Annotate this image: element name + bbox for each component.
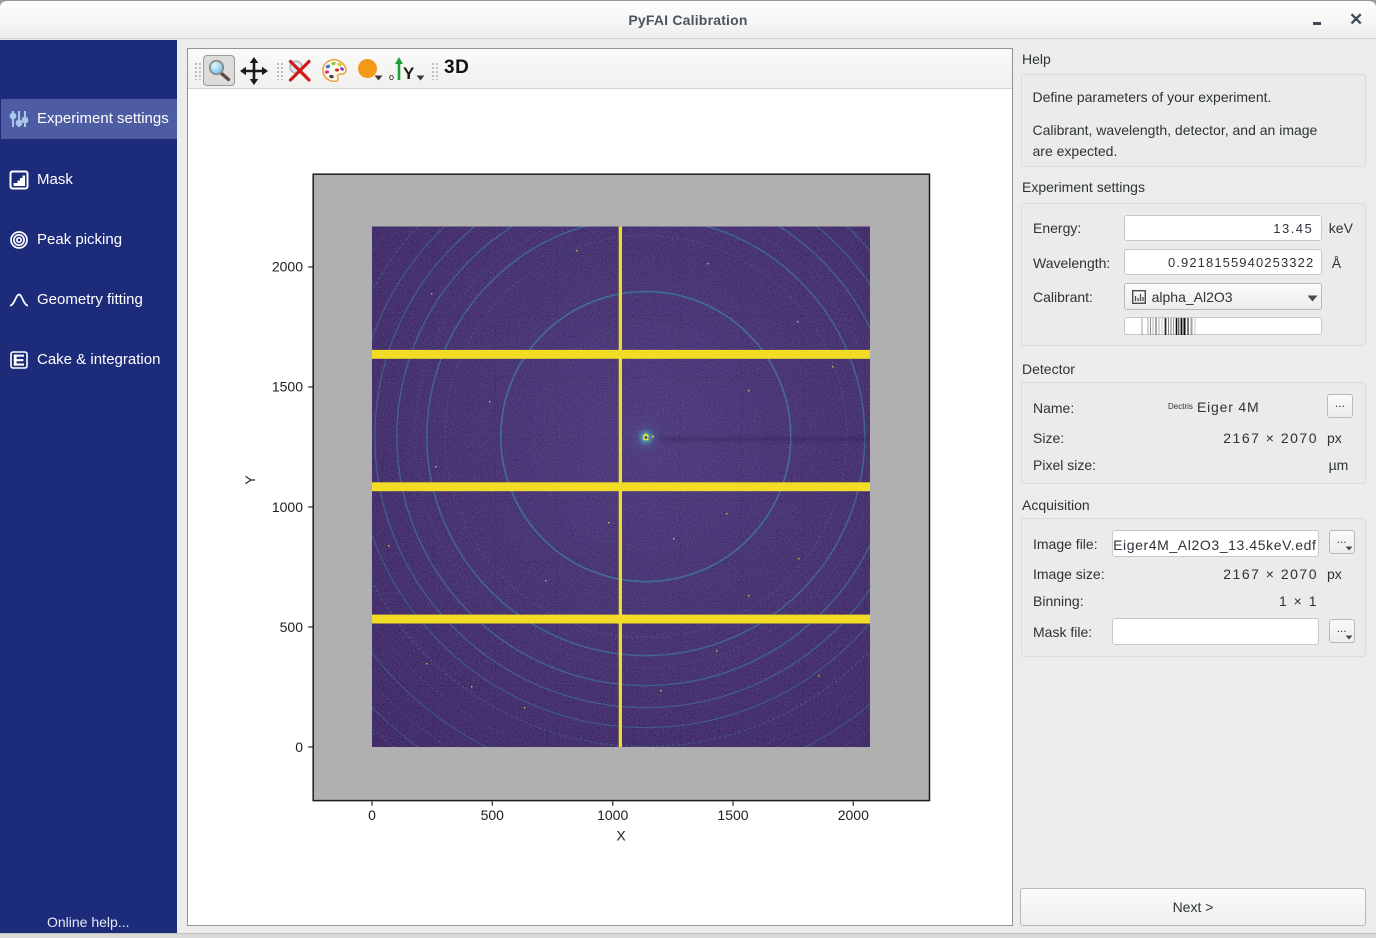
svg-text:X: X <box>616 828 626 844</box>
svg-text:1500: 1500 <box>717 807 748 823</box>
svg-text:Y: Y <box>242 475 258 485</box>
svg-text:o: o <box>389 72 394 82</box>
svg-text:0: 0 <box>295 739 303 755</box>
svg-text:1000: 1000 <box>597 807 628 823</box>
svg-text:2000: 2000 <box>838 807 869 823</box>
svg-text:0: 0 <box>368 807 376 823</box>
svg-text:1000: 1000 <box>272 499 303 515</box>
svg-text:500: 500 <box>280 619 304 635</box>
svg-text:500: 500 <box>481 807 505 823</box>
svg-text:Y: Y <box>403 64 415 83</box>
svg-text:1500: 1500 <box>272 379 303 395</box>
svg-text:2000: 2000 <box>272 258 303 274</box>
